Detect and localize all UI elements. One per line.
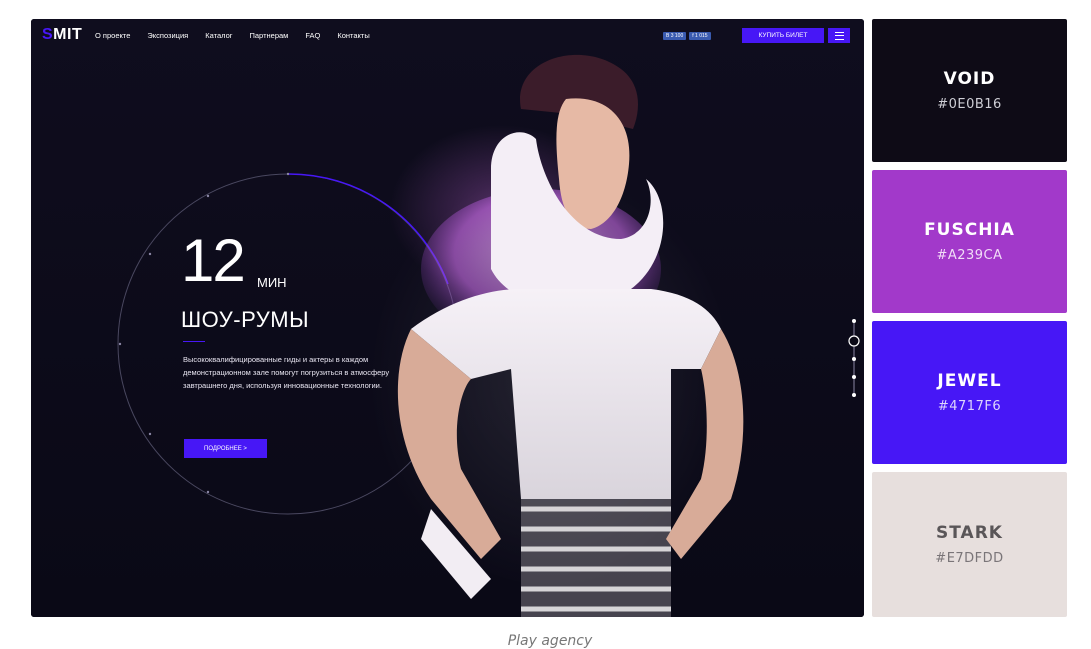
- swatch-hex: #E7DFDD: [935, 551, 1004, 566]
- swatch-name: VOID: [943, 69, 996, 89]
- swatch-name: STARK: [936, 523, 1003, 543]
- buy-ticket-button[interactable]: КУПИТЬ БИЛЕТ: [742, 28, 824, 43]
- main-nav: О проекте Экспозиция Каталог Партнерам F…: [95, 31, 370, 40]
- site-logo[interactable]: SMIT: [42, 26, 82, 44]
- more-details-button[interactable]: ПОДРОБНЕЕ >: [184, 439, 267, 458]
- swatch-hex: #4717F6: [937, 399, 1002, 414]
- menu-icon[interactable]: [828, 28, 850, 43]
- nav-item-catalog[interactable]: Каталог: [205, 31, 232, 40]
- hero-divider: [183, 341, 205, 342]
- facebook-share-button[interactable]: f 1 015: [689, 32, 711, 40]
- hero-unit: МИН: [257, 275, 287, 290]
- swatch-void: VOID #0E0B16: [872, 19, 1067, 162]
- slide-pager[interactable]: [846, 319, 862, 409]
- swatch-name: FUSCHIA: [924, 220, 1015, 240]
- hero-number: 12: [181, 227, 246, 294]
- nav-item-partners[interactable]: Партнерам: [250, 31, 289, 40]
- swatch-hex: #A239CA: [936, 248, 1003, 263]
- website-screenshot: SMIT О проекте Экспозиция Каталог Партне…: [31, 19, 864, 617]
- hero-description: Высококвалифицированные гиды и актеры в …: [183, 355, 390, 390]
- swatch-name: JEWEL: [937, 371, 1002, 391]
- social-counters: В 3 100 f 1 015: [663, 32, 711, 40]
- nav-item-faq[interactable]: FAQ: [305, 31, 320, 40]
- nav-item-about[interactable]: О проекте: [95, 31, 130, 40]
- swatch-hex: #0E0B16: [937, 97, 1002, 112]
- nav-item-contacts[interactable]: Контакты: [337, 31, 369, 40]
- hero-title: ШОУ-РУМЫ: [181, 307, 310, 332]
- model-figure-image: [397, 54, 744, 617]
- swatch-stark: STARK #E7DFDD: [872, 472, 1067, 617]
- vk-share-button[interactable]: В 3 100: [663, 32, 687, 40]
- swatch-jewel: JEWEL #4717F6: [872, 321, 1067, 464]
- nav-item-exposition[interactable]: Экспозиция: [147, 31, 188, 40]
- swatch-fuschia: FUSCHIA #A239CA: [872, 170, 1067, 313]
